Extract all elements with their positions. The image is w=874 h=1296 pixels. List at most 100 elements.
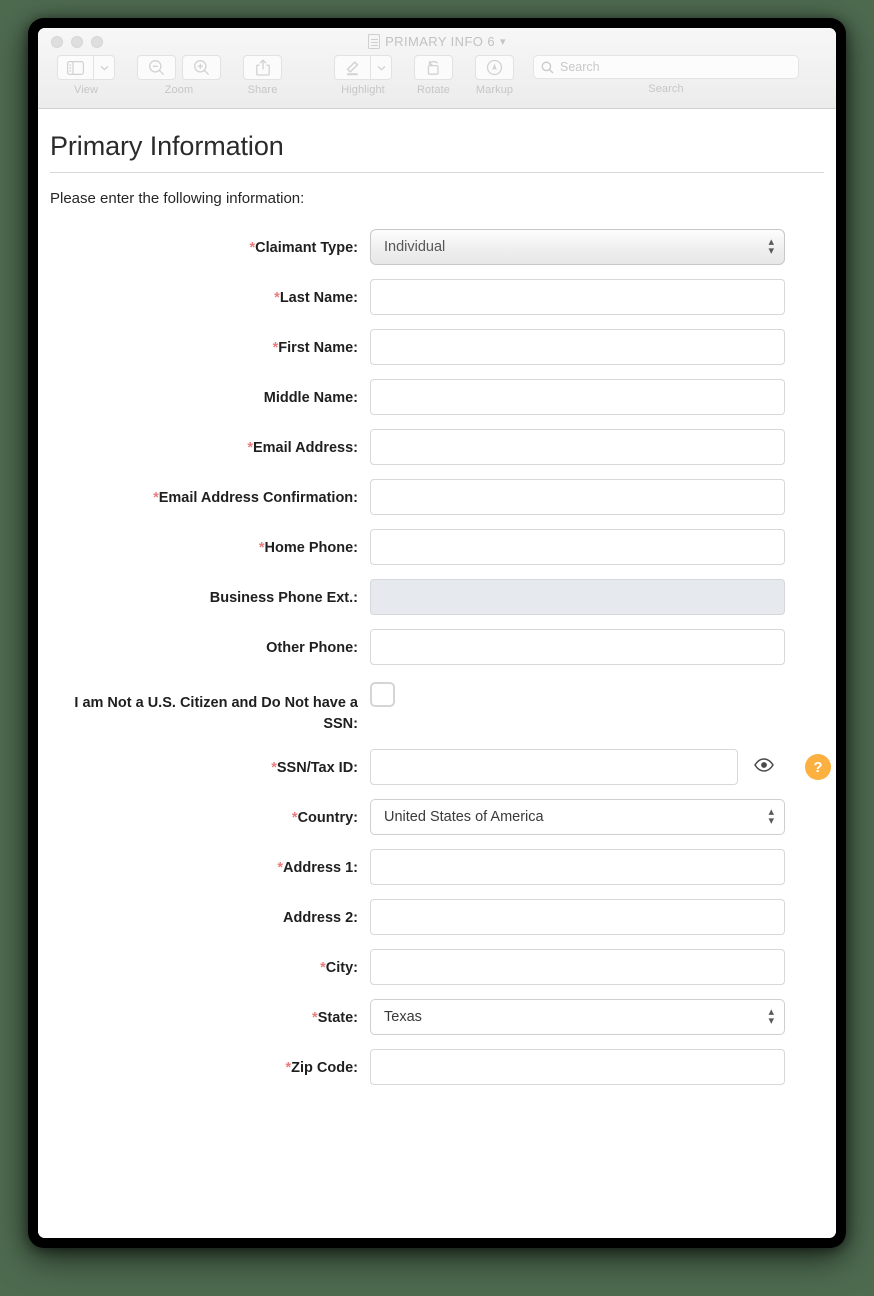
field-control-business-phone-ext xyxy=(370,579,824,615)
input-home-phone[interactable] xyxy=(370,529,785,565)
field-control-i-am-not-a-u-s-citizen-and-do-not-have-a-ssn xyxy=(370,679,824,707)
field-control-last-name xyxy=(370,279,824,315)
zoom-out-button[interactable] xyxy=(137,55,176,80)
field-label-address-2: Address 2: xyxy=(283,910,358,927)
form-row-i-am-not-a-u-s-citizen-and-do-not-have-a-ssn: I am Not a U.S. Citizen and Do Not have … xyxy=(50,679,824,735)
form-row-claimant-type: *Claimant Type: Individual ▴ ▾ xyxy=(50,229,824,265)
input-middle-name[interactable] xyxy=(370,379,785,415)
field-control-first-name xyxy=(370,329,824,365)
select-state[interactable]: Texas ▴ ▾ xyxy=(370,999,785,1036)
required-asterisk: * xyxy=(274,290,280,306)
view-sidebar-button[interactable] xyxy=(57,55,93,80)
form-intro-text: Please enter the following information: xyxy=(50,190,305,207)
help-button[interactable]: ? xyxy=(805,754,831,781)
required-asterisk: * xyxy=(271,760,277,777)
input-address-1[interactable] xyxy=(370,849,785,886)
highlight-button[interactable] xyxy=(334,55,370,80)
field-control-email-address xyxy=(370,429,824,465)
zoom-label: Zoom xyxy=(164,84,194,96)
toolbar-group-markup: Markup xyxy=(472,55,517,96)
select-country[interactable]: United States of America ▴ ▾ xyxy=(370,799,785,836)
required-asterisk: * xyxy=(320,960,326,977)
toolbar-group-search: Search Search xyxy=(533,55,799,95)
field-label-state: *State: xyxy=(312,1010,358,1027)
select-claimant-type[interactable]: Individual ▴ ▾ xyxy=(370,229,785,265)
page-title: Primary Information xyxy=(50,131,284,161)
form-row-email-address: *Email Address: xyxy=(50,429,824,465)
view-label: View xyxy=(73,84,99,96)
input-last-name[interactable] xyxy=(370,279,785,315)
required-asterisk: * xyxy=(249,240,256,256)
toolbar-group-share: Share xyxy=(240,55,285,96)
primary-information-form: *Claimant Type: Individual ▴ ▾ *Last Name: *F… xyxy=(50,229,831,1086)
field-label-city: *City: xyxy=(320,960,358,977)
rotate-button[interactable] xyxy=(414,55,453,80)
field-label-email-address-confirmation: *Email Address Confirmation: xyxy=(153,490,358,506)
input-business-phone-ext xyxy=(370,579,785,615)
field-label-address-1: *Address 1: xyxy=(277,860,358,877)
select-stepper-arrows-icon[interactable]: ▴ ▾ xyxy=(768,806,774,826)
form-row-state: *State: Texas ▴ ▾ xyxy=(50,999,824,1036)
share-button[interactable] xyxy=(243,55,282,80)
required-asterisk: * xyxy=(285,1060,292,1077)
eye-icon[interactable] xyxy=(754,757,774,777)
field-label-i-am-not-a-u-s-citizen-and-do-not-have-a-ssn: I am Not a U.S. Citizen and Do Not have … xyxy=(74,695,358,733)
field-label-ssn-tax-id: *SSN/Tax ID: xyxy=(271,760,358,777)
select-value: Individual xyxy=(384,239,446,255)
required-asterisk: * xyxy=(247,440,253,456)
required-asterisk: * xyxy=(272,340,279,356)
toolbar-group-highlight: Highlight xyxy=(331,55,395,96)
title-divider xyxy=(50,172,824,173)
title-chevron-down-icon[interactable]: ▾ xyxy=(500,35,506,48)
form-row-country: *Country: United States of America ▴ ▾ xyxy=(50,799,824,836)
field-control-email-address-confirmation xyxy=(370,479,824,515)
search-field[interactable]: Search xyxy=(533,55,799,79)
form-row-business-phone-ext: Business Phone Ext.: xyxy=(50,579,824,615)
highlight-options-chevron-down-icon[interactable] xyxy=(370,55,392,80)
form-row-email-address-confirmation: *Email Address Confirmation: xyxy=(50,479,824,515)
window-toolbar: PRIMARY INFO 6 ▾ View Zoom Share Highlig… xyxy=(38,28,836,109)
input-email-address-confirmation[interactable] xyxy=(370,479,785,515)
form-row-address-2: Address 2: xyxy=(50,899,824,936)
field-label-country: *Country: xyxy=(291,810,358,827)
input-zip-code[interactable] xyxy=(370,1049,785,1086)
field-control-other-phone xyxy=(370,629,824,665)
search-icon xyxy=(541,61,554,73)
zoom-in-button[interactable] xyxy=(182,55,221,80)
input-other-phone[interactable] xyxy=(370,629,785,665)
field-label-email-address: *Email Address: xyxy=(247,440,358,456)
field-label-last-name: *Last Name: xyxy=(274,290,358,306)
select-stepper-arrows-icon[interactable]: ▴ ▾ xyxy=(768,236,774,256)
select-value: Texas xyxy=(384,1009,422,1026)
field-control-address-2 xyxy=(370,899,824,936)
document-title-bar[interactable]: PRIMARY INFO 6 ▾ xyxy=(38,34,836,49)
field-control-zip-code xyxy=(370,1049,824,1086)
field-label-business-phone-ext: Business Phone Ext.: xyxy=(209,590,358,606)
field-control-home-phone xyxy=(370,529,824,565)
input-ssn-tax-id[interactable] xyxy=(370,749,738,786)
pdf-document-icon xyxy=(368,34,381,49)
markup-label: Markup xyxy=(475,84,514,96)
field-label-zip-code: *Zip Code: xyxy=(285,1060,358,1077)
field-control-city xyxy=(370,949,824,986)
select-stepper-arrows-icon[interactable]: ▴ ▾ xyxy=(768,1006,774,1026)
toolbar-group-zoom: Zoom xyxy=(134,55,224,96)
input-first-name[interactable] xyxy=(370,329,785,365)
toolbar-button-groups: View Zoom Share Highlight Rotate Markup … xyxy=(38,55,836,96)
required-asterisk: * xyxy=(312,1010,318,1027)
view-options-chevron-down-icon[interactable] xyxy=(93,55,115,80)
form-row-address-1: *Address 1: xyxy=(50,849,824,886)
input-city[interactable] xyxy=(370,949,785,986)
form-row-ssn-tax-id: *SSN/Tax ID:? xyxy=(50,749,831,786)
required-asterisk: * xyxy=(153,490,159,506)
field-control-state: Texas ▴ ▾ xyxy=(370,999,824,1036)
input-email-address[interactable] xyxy=(370,429,785,465)
search-input-placeholder: Search xyxy=(560,60,600,74)
form-row-last-name: *Last Name: xyxy=(50,279,824,315)
checkbox-i-am-not-a-u-s-citizen-and-do-not-have-a-ssn[interactable] xyxy=(370,682,395,707)
search-label: Search xyxy=(648,83,684,95)
markup-button[interactable] xyxy=(475,55,514,80)
input-address-2[interactable] xyxy=(370,899,785,936)
field-label-first-name: *First Name: xyxy=(272,340,358,356)
field-control-middle-name xyxy=(370,379,824,415)
